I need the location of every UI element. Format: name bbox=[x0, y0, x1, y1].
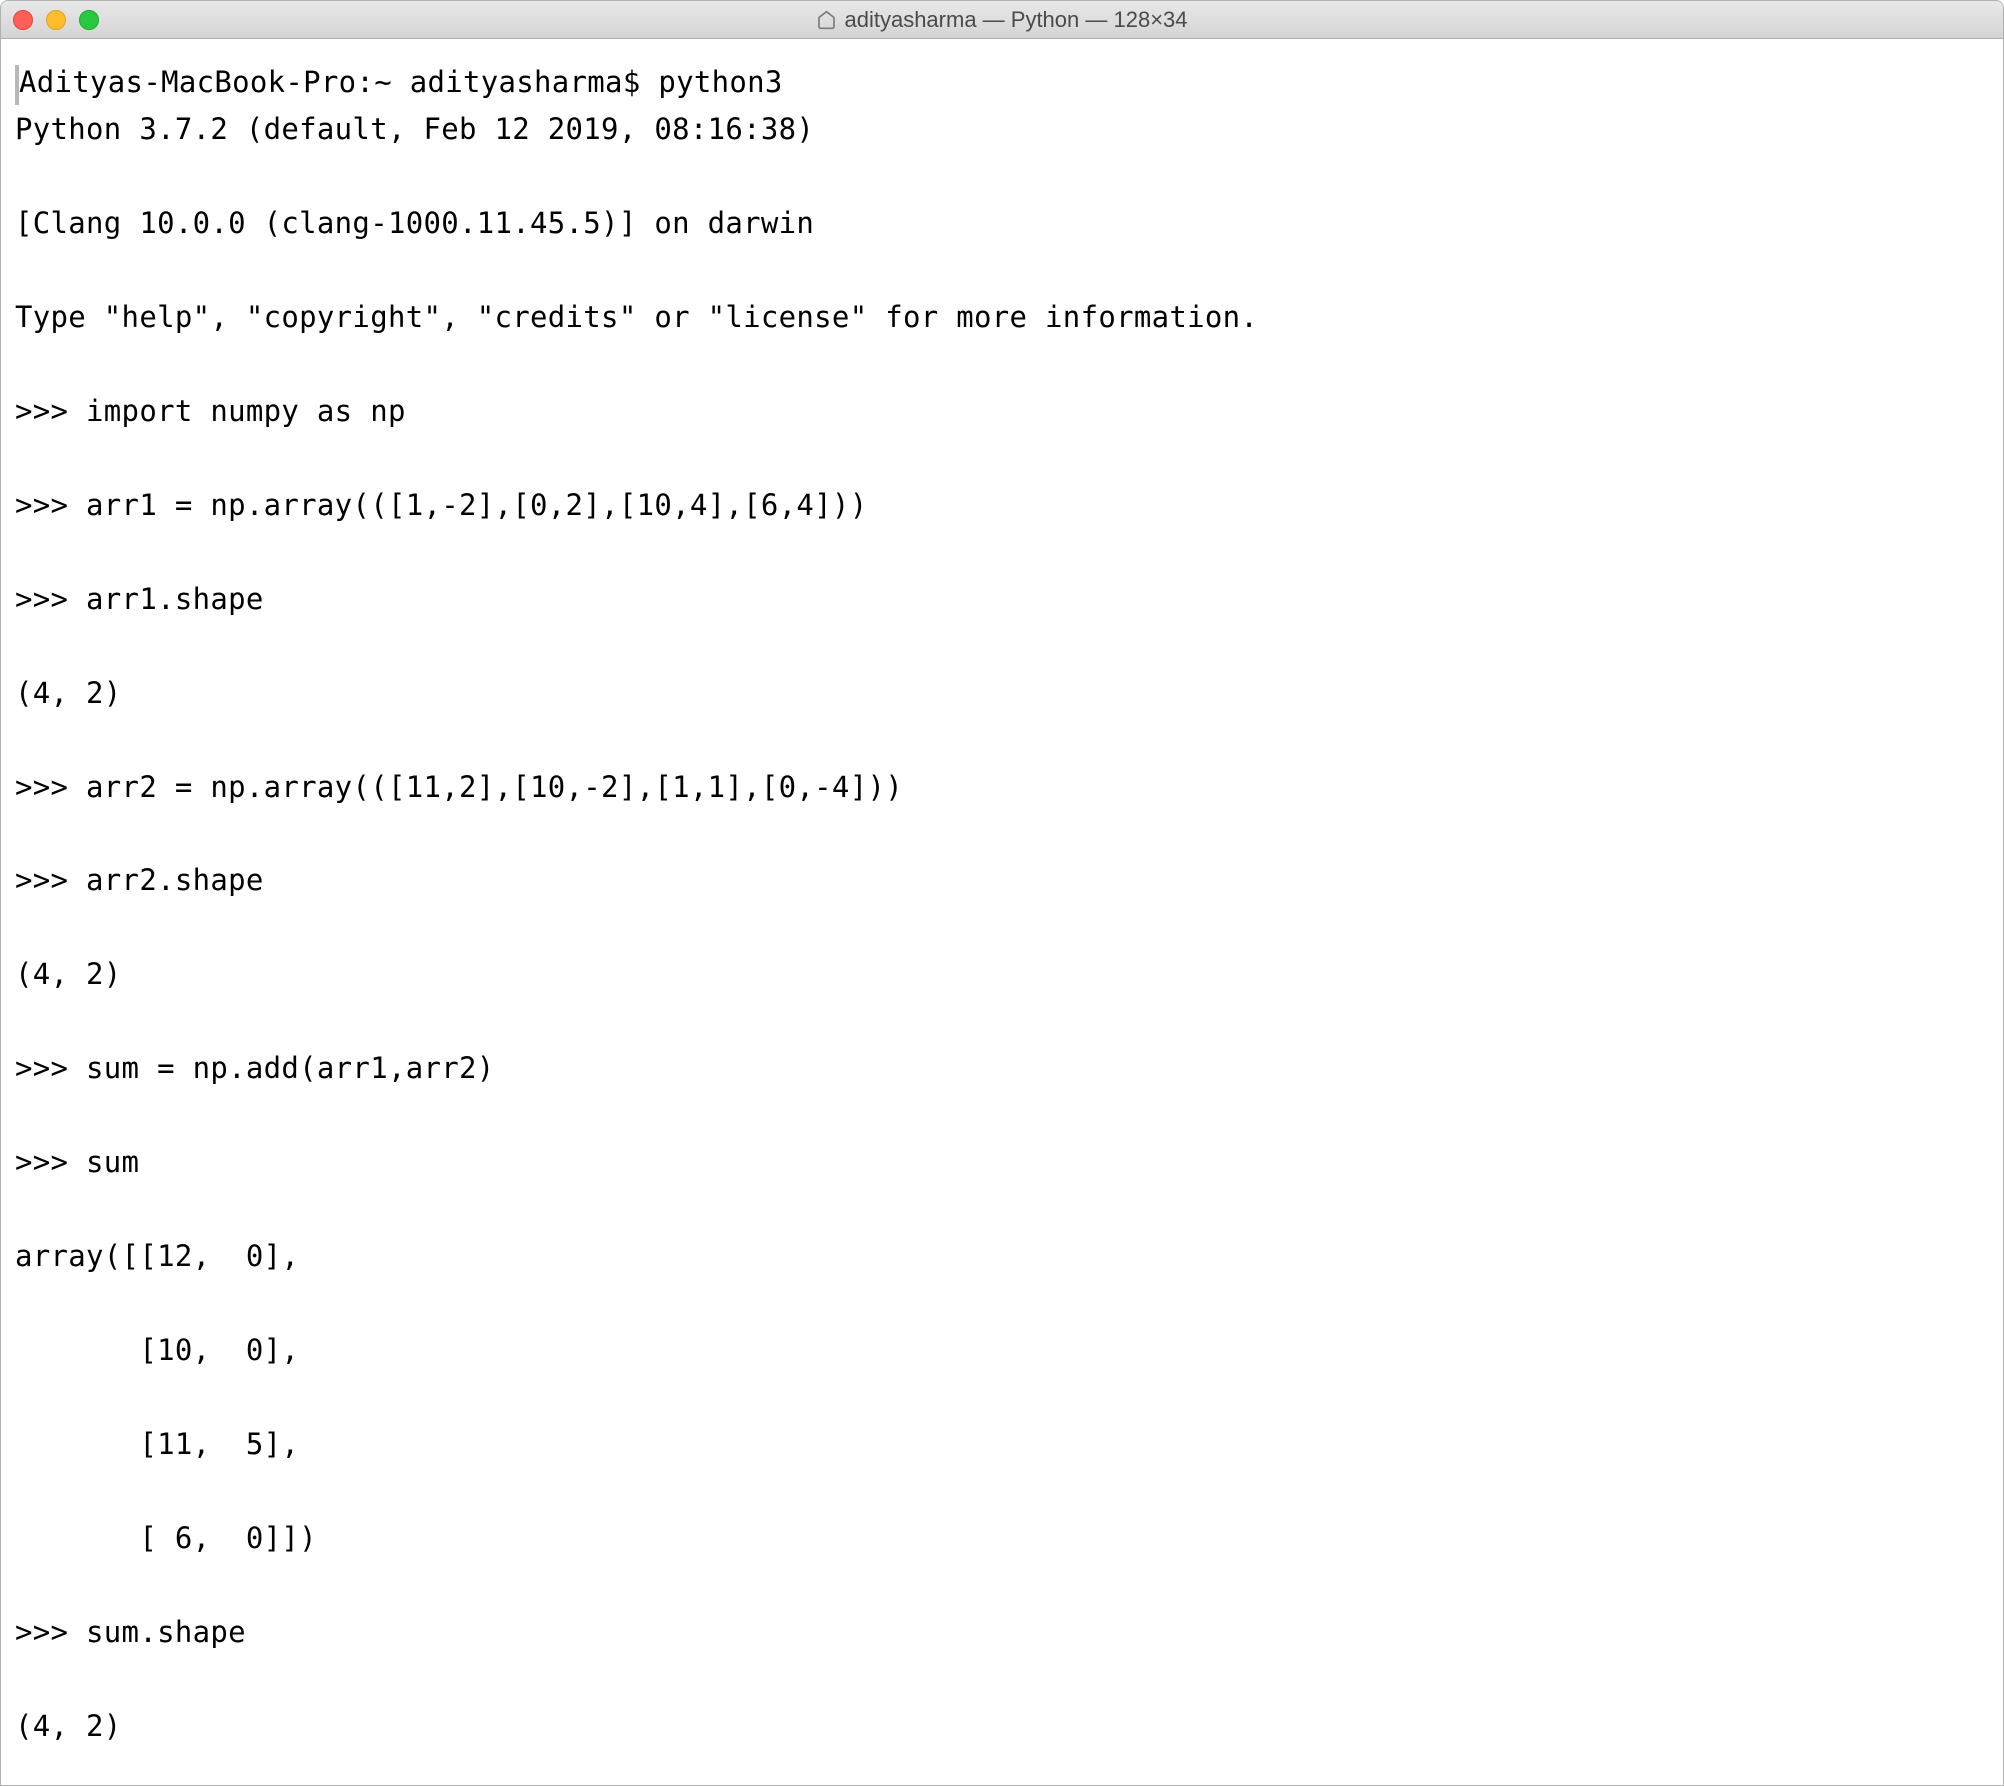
terminal-line: (4, 2) bbox=[15, 670, 1989, 717]
terminal-line: >>> sum.shape bbox=[15, 1609, 1989, 1656]
home-icon bbox=[816, 10, 836, 30]
terminal-line: [ 6, 0]]) bbox=[15, 1515, 1989, 1562]
terminal-line: Python 3.7.2 (default, Feb 12 2019, 08:1… bbox=[15, 106, 1989, 153]
terminal-line: >>> arr1.shape bbox=[15, 576, 1989, 623]
close-button[interactable] bbox=[13, 10, 33, 30]
terminal-line: [Clang 10.0.0 (clang-1000.11.45.5)] on d… bbox=[15, 200, 1989, 247]
terminal-window: adityasharma — Python — 128×34 Adityas-M… bbox=[0, 0, 2004, 1786]
terminal-line: (4, 2) bbox=[15, 1703, 1989, 1750]
terminal-line: (4, 2) bbox=[15, 951, 1989, 998]
terminal-line: array([[12, 0], bbox=[15, 1233, 1989, 1280]
minimize-button[interactable] bbox=[46, 10, 66, 30]
maximize-button[interactable] bbox=[79, 10, 99, 30]
terminal-line: >>> sum bbox=[15, 1139, 1989, 1186]
terminal-line: [10, 0], bbox=[15, 1327, 1989, 1374]
terminal-line: Type "help", "copyright", "credits" or "… bbox=[15, 294, 1989, 341]
traffic-lights bbox=[13, 10, 99, 30]
terminal-line: >>> arr2 = np.array(([11,2],[10,-2],[1,1… bbox=[15, 764, 1989, 811]
window-titlebar[interactable]: adityasharma — Python — 128×34 bbox=[1, 1, 2003, 39]
terminal-line: >>> import numpy as np bbox=[15, 388, 1989, 435]
terminal-line: >>> arr1 = np.array(([1,-2],[0,2],[10,4]… bbox=[15, 482, 1989, 529]
terminal-line: [11, 5], bbox=[15, 1421, 1989, 1468]
terminal-line: >>> sum = np.add(arr1,arr2) bbox=[15, 1045, 1989, 1092]
terminal-body[interactable]: Adityas-MacBook-Pro:~ adityasharma$ pyth… bbox=[1, 39, 2003, 1785]
terminal-line: Adityas-MacBook-Pro:~ adityasharma$ pyth… bbox=[19, 65, 783, 99]
terminal-line: >>> arr2.shape bbox=[15, 857, 1989, 904]
window-title-container: adityasharma — Python — 128×34 bbox=[816, 7, 1187, 33]
window-title: adityasharma — Python — 128×34 bbox=[844, 7, 1187, 33]
